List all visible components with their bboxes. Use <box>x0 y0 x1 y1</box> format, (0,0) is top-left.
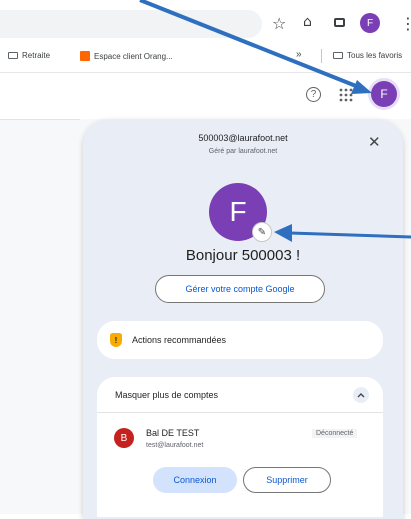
arrow-to-avatar-icon <box>139 0 372 94</box>
annotation-arrows <box>139 0 411 242</box>
arrow-to-edit-icon <box>274 224 411 242</box>
